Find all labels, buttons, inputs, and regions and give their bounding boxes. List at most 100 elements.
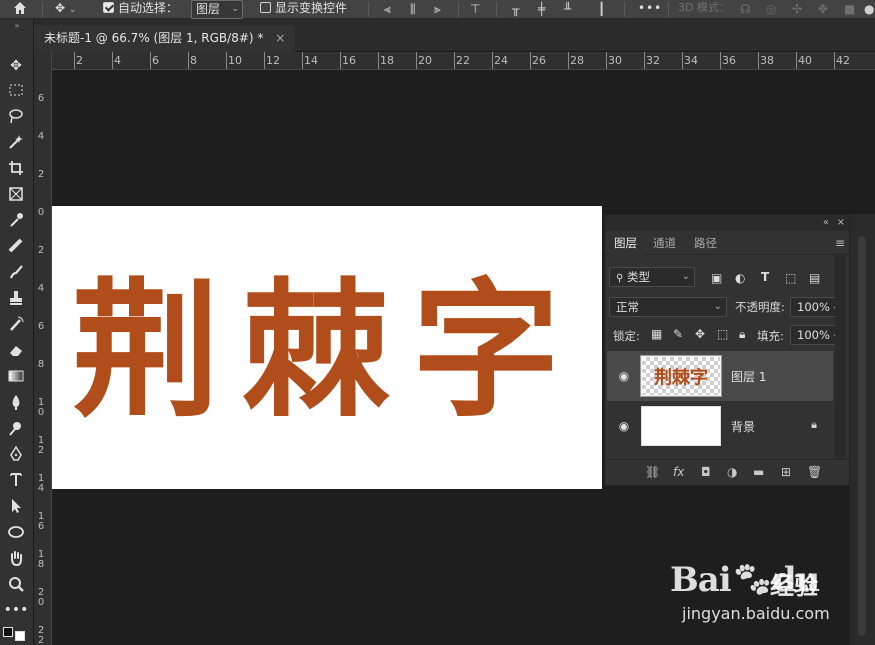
lock-icon[interactable]: 🔒︎ xyxy=(811,418,817,432)
visibility-eye-icon[interactable]: ◉ xyxy=(617,369,631,383)
divider xyxy=(458,2,459,17)
3d-pan-icon[interactable]: ✣ xyxy=(792,3,802,15)
ruler-tick-label: 12 xyxy=(266,54,280,67)
gradient-tool-icon[interactable] xyxy=(4,365,28,387)
foreground-color-swatch[interactable] xyxy=(3,627,13,637)
panel-tabs: 图层 通道 路径 ≡ xyxy=(605,231,849,255)
marquee-tool-icon[interactable] xyxy=(4,79,28,101)
ruler-tick xyxy=(112,52,113,69)
checkbox-checked-icon xyxy=(103,2,114,13)
3d-slide-icon[interactable]: ✥ xyxy=(818,3,828,15)
3d-roll-icon[interactable]: ◎ xyxy=(766,3,776,15)
align-hcenter-icon[interactable]: ⫼ xyxy=(410,3,416,15)
brush-tool-icon[interactable] xyxy=(4,261,28,283)
lock-image-pixels-icon[interactable]: ✎ xyxy=(673,327,683,341)
panel-menu-icon[interactable]: ≡ xyxy=(835,236,845,250)
3d-scale-icon[interactable]: ■ xyxy=(844,3,855,15)
home-icon[interactable] xyxy=(12,0,28,19)
tab-channels[interactable]: 通道 xyxy=(646,231,683,255)
zoom-tool-icon[interactable] xyxy=(4,573,28,595)
auto-select-target-dropdown[interactable]: 图层 ⌄ xyxy=(191,0,243,19)
divider xyxy=(368,2,369,17)
ruler-tick-label: 8 xyxy=(190,54,197,67)
ellipse-tool-icon[interactable] xyxy=(4,521,28,543)
filter-type-icon[interactable]: T xyxy=(761,270,769,284)
path-selection-tool-icon[interactable] xyxy=(4,495,28,517)
tab-layers[interactable]: 图层 xyxy=(607,231,644,255)
watermark-url: jingyan.baidu.com xyxy=(682,604,830,623)
distribute-bottom-icon[interactable]: ╨ xyxy=(564,3,571,15)
clone-stamp-tool-icon[interactable] xyxy=(4,287,28,309)
close-panel-icon[interactable]: × xyxy=(837,215,845,231)
visibility-eye-icon[interactable]: ◉ xyxy=(617,419,631,433)
layer-row-background[interactable]: ◉ 背景 🔒︎ xyxy=(607,401,833,451)
align-right-icon[interactable]: ⫸ xyxy=(434,3,441,15)
dodge-tool-icon[interactable] xyxy=(4,417,28,439)
lock-all-icon[interactable]: 🔒︎ xyxy=(739,327,745,341)
crop-tool-icon[interactable] xyxy=(4,157,28,179)
blend-mode-dropdown[interactable]: 正常 ⌄ xyxy=(609,297,727,317)
blur-tool-icon[interactable] xyxy=(4,391,28,413)
scrollbar-track[interactable] xyxy=(858,236,866,636)
distribute-vcenter-icon[interactable]: ╪ xyxy=(538,3,545,15)
ruler-tick xyxy=(644,52,645,69)
hand-tool-icon[interactable] xyxy=(4,547,28,569)
fill-value: 100% xyxy=(797,328,830,342)
document-tab-title: 未标题-1 @ 66.7% (图层 1, RGB/8#) * xyxy=(44,31,264,45)
lock-transparent-pixels-icon[interactable]: ▦ xyxy=(651,327,662,341)
fx-icon[interactable]: fx xyxy=(673,465,684,479)
healing-brush-tool-icon[interactable] xyxy=(4,235,28,257)
filter-adjustment-icon[interactable]: ◐ xyxy=(735,271,745,285)
eraser-tool-icon[interactable] xyxy=(4,339,28,361)
ruler-tick-label: 30 xyxy=(608,54,622,67)
layer-filter-dropdown[interactable]: ⚲ 类型 ⌄ xyxy=(609,267,695,287)
3d-rotate-icon[interactable]: ☊ xyxy=(740,3,751,15)
user-icon[interactable]: ● xyxy=(864,3,874,15)
distribute-top-icon[interactable]: ╥ xyxy=(512,3,519,15)
watermark-cn: 经验 xyxy=(770,572,818,600)
panel-grip-icon[interactable]: » xyxy=(0,22,34,30)
lock-artboard-icon[interactable]: ⬚ xyxy=(717,327,728,341)
filter-pixel-icon[interactable]: ▣ xyxy=(711,271,722,285)
paw-icon: 🐾︎ xyxy=(730,560,774,600)
move-tool-icon[interactable]: ✥ xyxy=(4,55,28,77)
tab-paths[interactable]: 路径 xyxy=(687,231,724,255)
chevron-down-icon: ⌄ xyxy=(681,271,690,282)
document-canvas[interactable]: 荆棘字 xyxy=(52,206,602,489)
filter-shape-icon[interactable]: ⬚ xyxy=(785,271,796,285)
more-options-button[interactable]: ••• xyxy=(638,0,662,19)
document-tab[interactable]: 未标题-1 @ 66.7% (图层 1, RGB/8#) * × xyxy=(34,25,296,52)
new-layer-icon[interactable]: ⊞ xyxy=(781,465,791,479)
auto-select-checkbox[interactable]: 自动选择： xyxy=(103,0,178,19)
folder-icon[interactable]: ▬ xyxy=(753,465,764,479)
background-color-swatch[interactable] xyxy=(15,631,25,641)
pen-tool-icon[interactable] xyxy=(4,443,28,465)
close-tab-icon[interactable]: × xyxy=(275,31,285,45)
distribute-horizontal-icon[interactable]: ┃ xyxy=(598,3,605,15)
lock-position-icon[interactable]: ✥ xyxy=(695,327,705,341)
layer-name[interactable]: 背景 xyxy=(731,418,755,435)
layer-row-layer1[interactable]: ◉ 荆棘字 图层 1 xyxy=(607,351,833,401)
link-icon[interactable]: ⛓ xyxy=(645,465,660,479)
chevron-down-icon: ⌄ xyxy=(231,4,239,14)
mask-icon[interactable]: ◘ xyxy=(701,465,711,479)
layers-scrollbar[interactable] xyxy=(835,253,845,459)
align-top-icon[interactable]: ⊤ xyxy=(470,3,480,15)
history-brush-tool-icon[interactable] xyxy=(4,313,28,335)
show-transform-checkbox[interactable]: 显示变换控件 xyxy=(260,0,347,19)
filter-smart-object-icon[interactable]: ▤ xyxy=(809,271,820,285)
eyedropper-tool-icon[interactable] xyxy=(4,209,28,231)
blend-mode-value: 正常 xyxy=(616,300,639,314)
more-tools-icon[interactable]: ••• xyxy=(4,599,29,621)
layer-name[interactable]: 图层 1 xyxy=(731,368,766,385)
lasso-tool-icon[interactable] xyxy=(4,105,28,127)
type-tool-icon[interactable] xyxy=(4,469,28,491)
trash-icon[interactable]: 🗑︎ xyxy=(807,465,822,479)
frame-tool-icon[interactable] xyxy=(4,183,28,205)
adjustment-icon[interactable]: ◑ xyxy=(727,465,737,479)
ruler-tick xyxy=(340,52,341,69)
magic-wand-tool-icon[interactable] xyxy=(4,131,28,153)
move-tool-preset-icon[interactable]: ✥ ⌄ xyxy=(55,0,76,19)
align-left-icon[interactable]: ⫷ xyxy=(384,3,391,15)
collapse-panel-icon[interactable]: « xyxy=(823,215,829,231)
